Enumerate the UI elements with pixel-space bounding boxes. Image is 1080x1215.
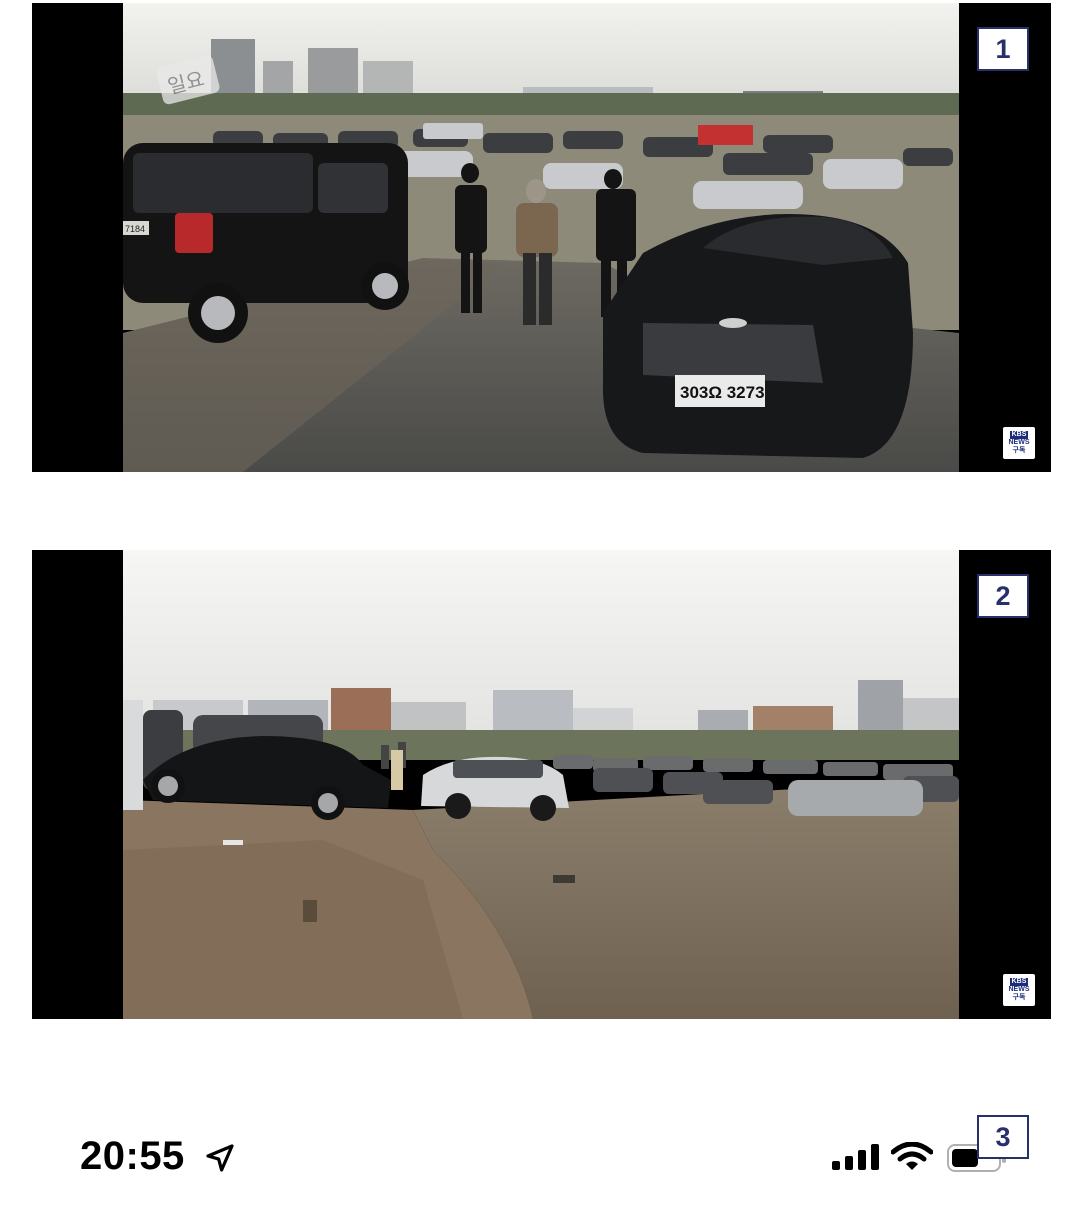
video-frame-1[interactable]: 7184 303Ω 3273 일요 1 KBS NEWS 구독 [32,3,1051,472]
front-plate-text: 303Ω 3273 [680,383,765,402]
rear-plate-text: 7184 [125,224,145,234]
kbs-news-logo[interactable]: KBS NEWS 구독 [1003,427,1035,459]
annotation-badge-3: 3 [977,1115,1029,1159]
kbs-logo-text: KBS [1009,978,1029,986]
flooded-parking-photo-2 [123,550,959,1019]
kbs-logo-news: NEWS [1008,986,1030,993]
status-time: 20:55 [80,1134,185,1178]
annotation-badge-2: 2 [977,574,1029,618]
kbs-logo-subscribe: 구독 [1012,447,1026,454]
flooded-parking-photo-1: 7184 303Ω 3273 일요 [123,3,959,472]
kbs-logo-subscribe: 구독 [1012,994,1026,1001]
kbs-logo-news: NEWS [1008,439,1030,446]
video-frame-2[interactable]: 2 KBS NEWS 구독 [32,550,1051,1019]
location-arrow-icon [206,1144,234,1172]
wifi-icon [891,1142,933,1170]
kbs-news-logo[interactable]: KBS NEWS 구독 [1003,974,1035,1006]
kbs-logo-text: KBS [1009,431,1029,439]
cellular-signal-icon [832,1144,879,1170]
annotation-badge-1: 1 [977,27,1029,71]
status-bar: 20:55 3 [0,1115,1080,1200]
